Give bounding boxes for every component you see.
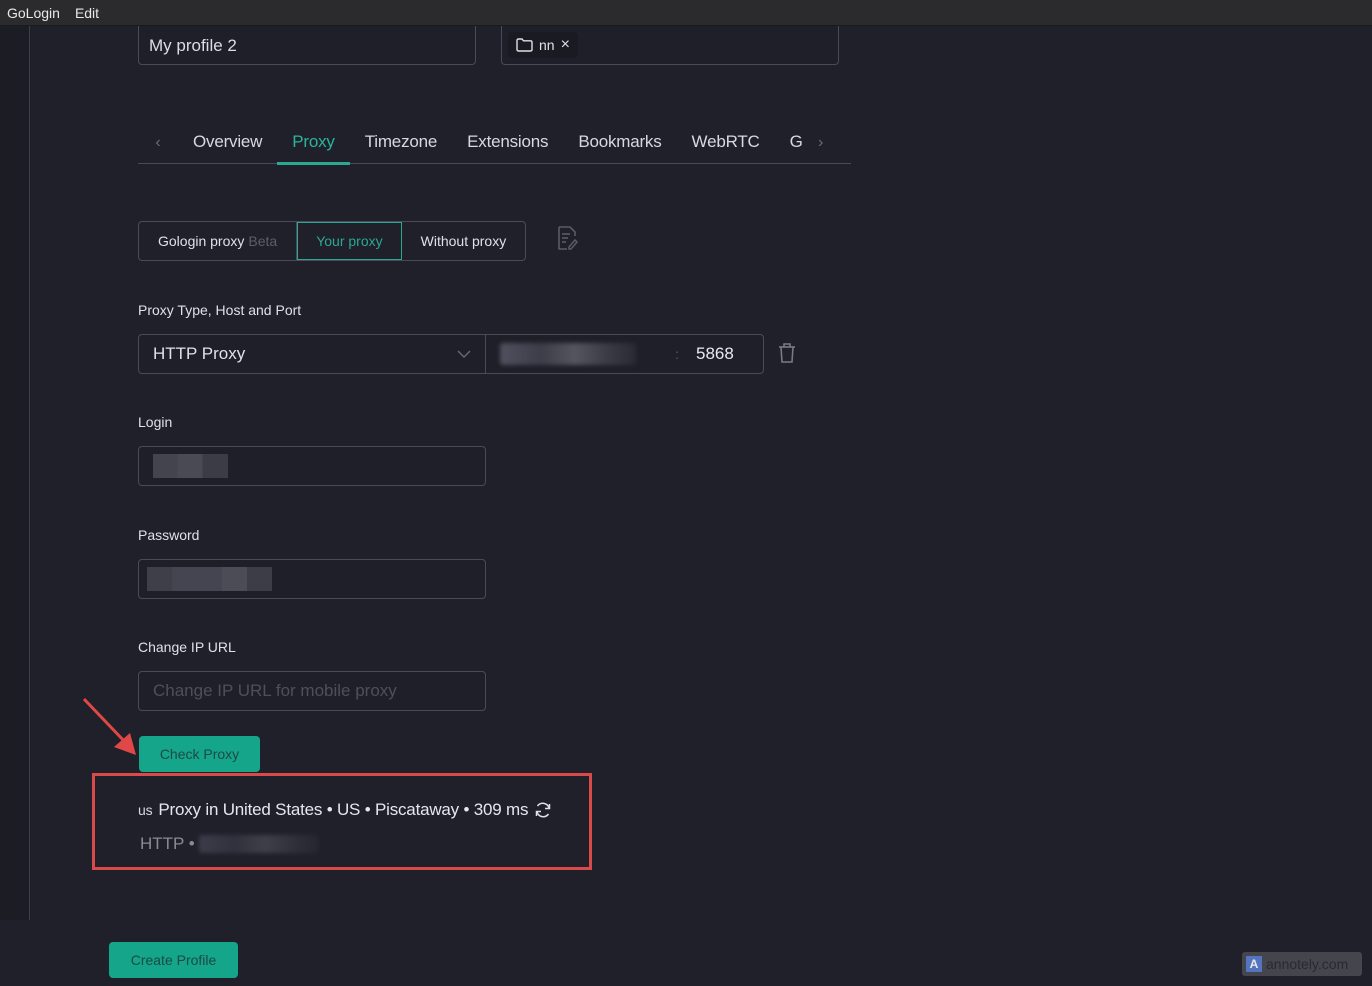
menu-edit[interactable]: Edit <box>75 5 99 21</box>
watermark: A annotely.com <box>1242 952 1362 976</box>
proxy-type-value: HTTP Proxy <box>153 344 246 363</box>
folder-tag-label: nn <box>539 37 555 53</box>
folder-select[interactable]: nn × <box>501 26 839 65</box>
tab-proxy[interactable]: Proxy <box>277 122 351 165</box>
folder-tag: nn × <box>508 32 578 58</box>
create-profile-button[interactable]: Create Profile <box>109 942 238 978</box>
port-separator: : <box>675 346 679 362</box>
without-proxy-option[interactable]: Without proxy <box>402 222 526 260</box>
tab-webrtc[interactable]: WebRTC <box>677 122 775 164</box>
proxy-config-label: Proxy Type, Host and Port <box>138 302 302 318</box>
login-redacted <box>153 454 228 478</box>
password-input[interactable] <box>138 559 486 599</box>
folder-icon <box>516 38 533 52</box>
proxy-mode-selector: Gologin proxy Beta Your proxy Without pr… <box>138 221 527 261</box>
gologin-proxy-option[interactable]: Gologin proxy Beta <box>139 222 298 260</box>
proxy-protocol: HTTP • <box>140 834 195 853</box>
your-proxy-label: Your proxy <box>316 233 383 249</box>
profile-tabs: ‹ Overview Proxy Timezone Extensions Boo… <box>138 122 851 165</box>
login-input[interactable] <box>138 446 486 486</box>
password-label: Password <box>138 527 200 543</box>
chevron-down-icon <box>457 350 471 358</box>
watermark-text: annotely.com <box>1266 956 1349 972</box>
proxy-check-summary: Proxy in United States • US • Piscataway… <box>158 800 529 819</box>
annotely-logo-icon: A <box>1246 956 1262 972</box>
without-proxy-label: Without proxy <box>420 233 507 249</box>
refresh-icon[interactable] <box>534 801 552 819</box>
beta-badge: Beta <box>248 233 278 249</box>
proxy-host-input[interactable]: : 5868 <box>486 335 763 373</box>
trash-icon[interactable] <box>778 342 796 364</box>
proxy-host-redacted <box>500 343 636 365</box>
profile-name-input[interactable]: My profile 2 <box>138 26 476 65</box>
change-ip-input[interactable] <box>153 681 485 701</box>
tabs-prev-arrow-icon[interactable]: ‹ <box>138 134 178 152</box>
tab-bookmarks[interactable]: Bookmarks <box>563 122 676 164</box>
proxy-ip-redacted <box>198 835 319 853</box>
gologin-proxy-label: Gologin proxy <box>158 233 245 249</box>
proxy-config-row: HTTP Proxy : 5868 <box>138 334 764 374</box>
annotation-highlight-box <box>92 773 592 870</box>
change-ip-field <box>138 671 486 711</box>
change-ip-label: Change IP URL <box>138 639 236 655</box>
annotation-arrow-icon <box>82 697 136 755</box>
tab-extensions[interactable]: Extensions <box>452 122 563 164</box>
your-proxy-option[interactable]: Your proxy <box>297 222 402 260</box>
country-code: us <box>138 802 153 818</box>
proxy-port-input[interactable]: 5868 <box>696 344 734 364</box>
proxy-check-details: HTTP • <box>140 834 319 854</box>
menu-gologin[interactable]: GoLogin <box>7 5 60 21</box>
login-label: Login <box>138 414 173 430</box>
tab-geolocation[interactable]: G <box>775 122 809 164</box>
menubar: GoLogin Edit <box>0 0 1372 26</box>
check-proxy-button[interactable]: Check Proxy <box>139 736 260 772</box>
tab-timezone[interactable]: Timezone <box>350 122 452 164</box>
folder-tag-remove-icon[interactable]: × <box>561 36 570 54</box>
proxy-check-result: us Proxy in United States • US • Piscata… <box>138 800 552 820</box>
tab-overview[interactable]: Overview <box>178 122 277 164</box>
tabs-next-arrow-icon[interactable]: › <box>809 134 833 152</box>
proxy-type-select[interactable]: HTTP Proxy <box>139 335 486 373</box>
notes-edit-icon[interactable] <box>556 225 578 251</box>
password-redacted <box>147 567 272 591</box>
sidebar-strip <box>0 26 30 920</box>
